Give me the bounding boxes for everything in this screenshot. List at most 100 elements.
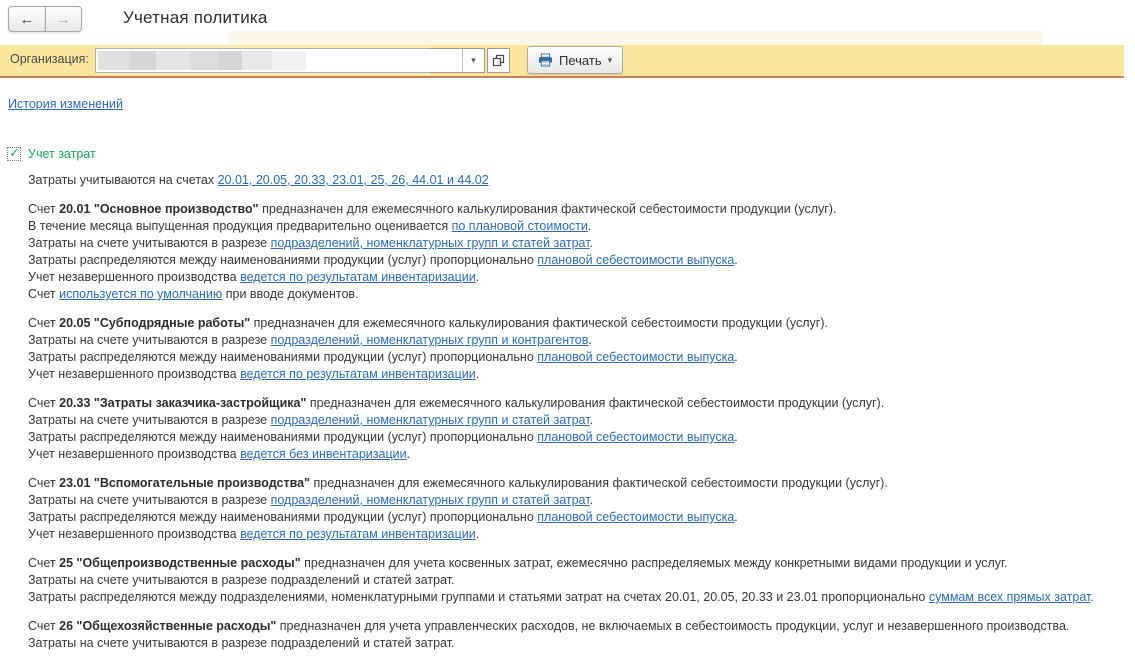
print-button[interactable]: Печать ▾ (527, 46, 623, 74)
text: Затраты на счете учитываются в разрезе п… (28, 573, 455, 587)
organization-input[interactable]: ▾ (95, 48, 485, 73)
policy-line: Учет незавершенного производства ведется… (28, 269, 1135, 286)
inline-setting-link[interactable]: плановой себестоимости выпуска (537, 510, 734, 524)
text: Затраты распределяются между подразделен… (28, 590, 929, 604)
policy-line: Счет 23.01 "Вспомогательные производства… (28, 475, 1135, 492)
print-menu-arrow-icon: ▾ (608, 55, 613, 66)
inline-setting-link[interactable]: плановой себестоимости выпуска (537, 253, 734, 267)
text: Счет (28, 396, 59, 410)
policy-line: Счет 26 "Общехозяйственные расходы" пред… (28, 618, 1135, 635)
inline-setting-link[interactable]: используется по умолчанию (59, 287, 222, 301)
inline-setting-link[interactable]: ведется по результатам инвентаризации (240, 367, 476, 381)
policy-line: Затраты на счете учитываются в разрезе п… (28, 412, 1135, 429)
inline-setting-link[interactable]: ведется по результатам инвентаризации (240, 527, 476, 541)
inline-setting-link[interactable]: суммам всех прямых затрат (929, 590, 1090, 604)
inline-setting-link[interactable]: плановой себестоимости выпуска (537, 350, 734, 364)
text: . (588, 333, 591, 347)
text: . (734, 350, 737, 364)
text: Затраты распределяются между наименовани… (28, 253, 537, 267)
account-name-bold: 25 "Общепроизводственные расходы" (59, 556, 301, 570)
text: . (734, 510, 737, 524)
account-name-bold: 20.05 "Субподрядные работы" (59, 316, 250, 330)
print-button-label: Печать (559, 53, 602, 68)
account-name-bold: 26 "Общехозяйственные расходы" (59, 619, 276, 633)
text: Учет незавершенного производства (28, 447, 240, 461)
inline-setting-link[interactable]: подразделений, номенклатурных групп и ст… (271, 236, 590, 250)
policy-line: Затраты на счете учитываются в разрезе п… (28, 635, 1135, 652)
policy-block: Счет 20.05 "Субподрядные работы" предназ… (28, 315, 1135, 383)
cost-accounting-checkbox[interactable]: ✓ (7, 147, 21, 161)
policy-line: Затраты распределяются между подразделен… (28, 589, 1135, 606)
history-of-changes-link[interactable]: История изменений (8, 97, 123, 111)
cost-accounting-flag: ✓ Учет затрат (7, 147, 96, 161)
inline-setting-link[interactable]: плановой себестоимости выпуска (537, 430, 734, 444)
text: Учет незавершенного производства (28, 367, 240, 381)
text: Учет незавершенного производства (28, 527, 240, 541)
page-title: Учетная политика (123, 8, 268, 28)
policy-line: Счет 25 "Общепроизводственные расходы" п… (28, 555, 1135, 572)
inline-setting-link[interactable]: подразделений, номенклатурных групп и ст… (271, 413, 590, 427)
policy-block: Затраты учитываются на счетах 20.01, 20.… (28, 172, 1135, 189)
policy-block: Счет 20.33 "Затраты заказчика-застройщик… (28, 395, 1135, 463)
text: Счет (28, 316, 59, 330)
text: . (1090, 590, 1093, 604)
policy-line: Счет 20.05 "Субподрядные работы" предназ… (28, 315, 1135, 332)
text: Счет (28, 287, 59, 301)
text: Затраты распределяются между наименовани… (28, 350, 537, 364)
policy-line: Счет используется по умолчанию при вводе… (28, 286, 1135, 303)
redaction-artifact (228, 31, 1043, 45)
back-button[interactable]: ← (8, 6, 45, 32)
text: Затраты на счете учитываются в разрезе (28, 333, 271, 347)
inline-setting-link[interactable]: подразделений, номенклатурных групп и ко… (271, 333, 589, 347)
text: . (590, 413, 593, 427)
text: Затраты на счете учитываются в разрезе п… (28, 636, 455, 650)
policy-line: В течение месяца выпущенная продукция пр… (28, 218, 1135, 235)
organization-open-button[interactable] (487, 48, 510, 73)
text: предназначен для ежемесячного калькулиро… (259, 202, 837, 216)
text: Затраты распределяются между наименовани… (28, 430, 537, 444)
text: предназначен для ежемесячного калькулиро… (250, 316, 828, 330)
text: Учет незавершенного производства (28, 270, 240, 284)
forward-button[interactable]: → (45, 6, 82, 32)
account-name-bold: 23.01 "Вспомогательные производства" (59, 476, 310, 490)
organization-label: Организация: (10, 52, 89, 66)
text: Затраты на счете учитываются в разрезе (28, 413, 271, 427)
text: . (588, 219, 591, 233)
inline-setting-link[interactable]: подразделений, номенклатурных групп и ст… (271, 493, 590, 507)
inline-setting-link[interactable]: по плановой стоимости (452, 219, 588, 233)
cost-accounting-label[interactable]: Учет затрат (28, 147, 96, 161)
organization-dropdown-button[interactable]: ▾ (462, 49, 484, 72)
policy-line: Затраты распределяются между наименовани… (28, 252, 1135, 269)
text: Затраты на счете учитываются в разрезе (28, 236, 271, 250)
policy-line: Затраты распределяются между наименовани… (28, 429, 1135, 446)
text: Счет (28, 556, 59, 570)
text: . (590, 236, 593, 250)
text: предназначен для учета управленческих ра… (276, 619, 1069, 633)
accounting-policy-window: { "header": { "title": "Учетная политика… (0, 0, 1135, 664)
back-arrow-icon: ← (20, 11, 35, 28)
policy-line: Учет незавершенного производства ведется… (28, 446, 1135, 463)
text: . (590, 493, 593, 507)
policy-line: Затраты на счете учитываются в разрезе п… (28, 235, 1135, 252)
inline-setting-link[interactable]: ведется без инвентаризации (240, 447, 407, 461)
policy-description: Затраты учитываются на счетах 20.01, 20.… (28, 172, 1135, 664)
text: предназначен для ежемесячного калькулиро… (306, 396, 884, 410)
text: предназначен для учета косвенных затрат,… (301, 556, 1008, 570)
account-name-bold: 20.33 "Затраты заказчика-застройщика" (59, 396, 306, 410)
forward-arrow-icon: → (56, 11, 71, 28)
text: Счет (28, 619, 59, 633)
policy-line: Учет незавершенного производства ведется… (28, 526, 1135, 543)
inline-setting-link[interactable]: ведется по результатам инвентаризации (240, 270, 476, 284)
text: Затраты на счете учитываются в разрезе (28, 493, 271, 507)
inline-setting-link[interactable]: 20.01, 20.05, 20.33, 23.01, 25, 26, 44.0… (218, 173, 489, 187)
text: Затраты учитываются на счетах (28, 173, 218, 187)
policy-block: Счет 23.01 "Вспомогательные производства… (28, 475, 1135, 543)
text: . (476, 527, 479, 541)
text: предназначен для ежемесячного калькулиро… (310, 476, 888, 490)
text: . (407, 447, 410, 461)
policy-block: Счет 20.01 "Основное производство" предн… (28, 201, 1135, 303)
policy-line: Затраты на счете учитываются в разрезе п… (28, 492, 1135, 509)
policy-line: Затраты на счете учитываются в разрезе п… (28, 332, 1135, 349)
policy-line: Учет незавершенного производства ведется… (28, 366, 1135, 383)
text: В течение месяца выпущенная продукция пр… (28, 219, 452, 233)
